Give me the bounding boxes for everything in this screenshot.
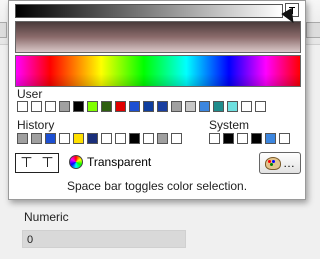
system-colors-row xyxy=(209,133,290,144)
palette-ellipsis: … xyxy=(283,156,295,170)
user-color-swatch[interactable] xyxy=(115,101,126,112)
history-colors-label: History xyxy=(17,118,55,132)
user-color-swatch[interactable] xyxy=(45,101,56,112)
user-colors-label: User xyxy=(17,87,43,101)
user-color-swatch[interactable] xyxy=(255,101,266,112)
user-color-swatch[interactable] xyxy=(241,101,252,112)
user-color-swatch[interactable] xyxy=(59,101,70,112)
system-color-swatch[interactable] xyxy=(279,133,290,144)
user-color-swatch[interactable] xyxy=(185,101,196,112)
user-color-swatch[interactable] xyxy=(87,101,98,112)
history-color-swatch[interactable] xyxy=(59,133,70,144)
numeric-label: Numeric xyxy=(24,210,69,224)
history-color-swatch[interactable] xyxy=(45,133,56,144)
saturation-gradient-bar[interactable] xyxy=(15,21,301,53)
system-color-swatch[interactable] xyxy=(265,133,276,144)
history-color-swatch[interactable] xyxy=(87,133,98,144)
user-color-swatch[interactable] xyxy=(73,101,84,112)
user-color-swatch[interactable] xyxy=(157,101,168,112)
transparent-option[interactable]: Transparent xyxy=(69,155,151,169)
user-color-swatch[interactable] xyxy=(101,101,112,112)
history-color-swatch[interactable] xyxy=(129,133,140,144)
color-picker-popup: User History System ⊤ ⊤ Transparent … Sp… xyxy=(8,0,306,200)
system-color-swatch[interactable] xyxy=(223,133,234,144)
system-color-swatch[interactable] xyxy=(251,133,262,144)
user-colors-row xyxy=(17,101,266,112)
user-color-swatch[interactable] xyxy=(227,101,238,112)
history-color-swatch[interactable] xyxy=(157,133,168,144)
user-color-swatch[interactable] xyxy=(31,101,42,112)
transparent-label: Transparent xyxy=(87,155,152,169)
history-color-swatch[interactable] xyxy=(31,133,42,144)
history-colors-row xyxy=(17,133,182,144)
palette-icon xyxy=(265,156,281,170)
user-color-swatch[interactable] xyxy=(199,101,210,112)
history-color-swatch[interactable] xyxy=(115,133,126,144)
history-color-swatch[interactable] xyxy=(17,133,28,144)
user-color-swatch[interactable] xyxy=(143,101,154,112)
hue-spectrum-bar[interactable] xyxy=(15,55,301,87)
color-wheel-icon xyxy=(69,155,83,169)
user-color-swatch[interactable] xyxy=(129,101,140,112)
history-color-swatch[interactable] xyxy=(143,133,154,144)
t-icon-left: ⊤ xyxy=(20,155,33,171)
numeric-field[interactable]: 0 xyxy=(22,230,186,248)
color-palette-button[interactable]: … xyxy=(259,152,301,174)
grayscale-gradient-bar[interactable] xyxy=(15,4,283,18)
system-color-swatch[interactable] xyxy=(237,133,248,144)
background-tab-right[interactable] xyxy=(306,22,320,38)
user-color-swatch[interactable] xyxy=(213,101,224,112)
hint-text: Space bar toggles color selection. xyxy=(66,179,248,193)
background-tab-left[interactable] xyxy=(0,22,7,38)
t-icon-right: ⊤ xyxy=(41,155,54,171)
history-color-swatch[interactable] xyxy=(171,133,182,144)
history-color-swatch[interactable] xyxy=(73,133,84,144)
system-color-swatch[interactable] xyxy=(209,133,220,144)
system-colors-label: System xyxy=(209,118,250,132)
text-color-toggle[interactable]: ⊤ ⊤ xyxy=(15,153,59,173)
history-color-swatch[interactable] xyxy=(101,133,112,144)
user-color-swatch[interactable] xyxy=(17,101,28,112)
user-color-swatch[interactable] xyxy=(171,101,182,112)
